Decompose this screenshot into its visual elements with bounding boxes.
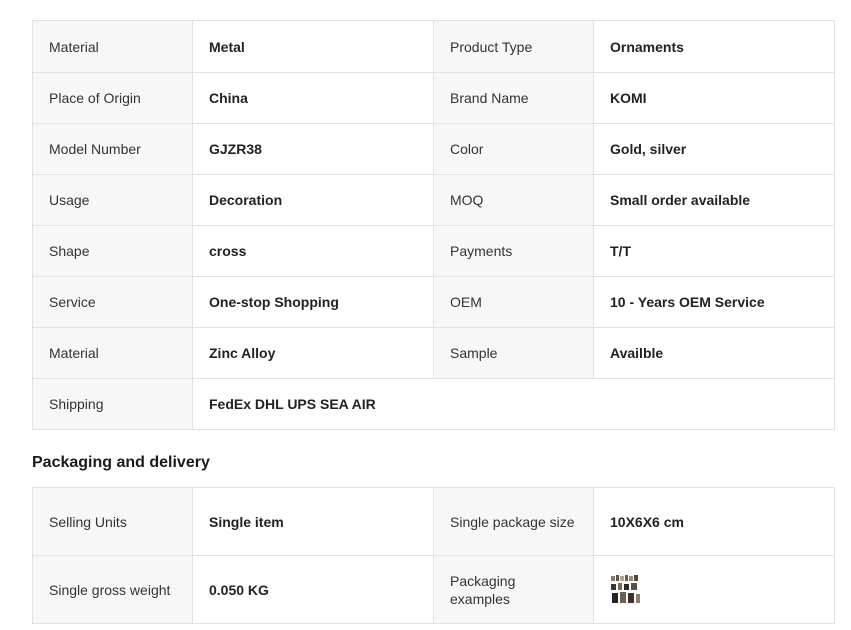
attribute-key: Material bbox=[32, 327, 193, 379]
packaging-value: 10X6X6 cm bbox=[593, 487, 835, 556]
attribute-value: cross bbox=[192, 225, 434, 277]
attributes-table: Material Metal Product Type Ornaments Pl… bbox=[32, 20, 835, 430]
attribute-value-text: One-stop Shopping bbox=[209, 294, 339, 310]
attribute-key: Service bbox=[32, 276, 193, 328]
attribute-value: FedEx DHL UPS SEA AIR bbox=[192, 378, 835, 430]
table-row: Selling Units Single item Single package… bbox=[32, 487, 835, 556]
attribute-value: 10 - Years OEM Service bbox=[593, 276, 835, 328]
packaging-key: Packaging examples bbox=[433, 555, 594, 624]
table-row: Material Zinc Alloy Sample Availble bbox=[32, 327, 835, 379]
packaging-key: Single gross weight bbox=[32, 555, 193, 624]
packaging-value-text: 10X6X6 cm bbox=[610, 513, 684, 530]
attribute-value-text: cross bbox=[209, 243, 247, 259]
attribute-key: Brand Name bbox=[433, 72, 594, 124]
attribute-value: T/T bbox=[593, 225, 835, 277]
packaging-key: Selling Units bbox=[32, 487, 193, 556]
packaging-value: Single item bbox=[192, 487, 434, 556]
attribute-value-text: Gold, silver bbox=[610, 141, 687, 157]
attribute-key: Material bbox=[32, 20, 193, 73]
attribute-key: Product Type bbox=[433, 20, 594, 73]
attribute-value: Decoration bbox=[192, 174, 434, 226]
attribute-value: One-stop Shopping bbox=[192, 276, 434, 328]
packaging-value-text: 0.050 KG bbox=[209, 581, 269, 598]
attribute-value-text: 10 - Years OEM Service bbox=[610, 294, 765, 310]
attribute-value: Ornaments bbox=[593, 20, 835, 73]
attribute-value: Small order available bbox=[593, 174, 835, 226]
packaging-value bbox=[593, 555, 835, 624]
table-row: Place of Origin China Brand Name KOMI bbox=[32, 72, 835, 124]
packaging-example-thumbnail[interactable] bbox=[610, 573, 642, 606]
table-row: Material Metal Product Type Ornaments bbox=[32, 20, 835, 73]
attribute-value: Availble bbox=[593, 327, 835, 379]
attribute-key: Usage bbox=[32, 174, 193, 226]
attribute-key: OEM bbox=[433, 276, 594, 328]
table-row: Single gross weight 0.050 KG Packaging e… bbox=[32, 555, 835, 624]
attribute-value: China bbox=[192, 72, 434, 124]
attribute-key: Color bbox=[433, 123, 594, 175]
attribute-value-text: KOMI bbox=[610, 90, 647, 106]
attribute-value: GJZR38 bbox=[192, 123, 434, 175]
attribute-value-text: Small order available bbox=[610, 192, 751, 208]
attribute-value: Gold, silver bbox=[593, 123, 835, 175]
packaging-section-title: Packaging and delivery bbox=[32, 454, 210, 471]
attribute-value-text: GJZR38 bbox=[209, 141, 262, 157]
attribute-value-text: Zinc Alloy bbox=[209, 345, 276, 361]
attribute-value-text: T/T bbox=[610, 243, 631, 259]
table-row: Service One-stop Shopping OEM 10 - Years… bbox=[32, 276, 835, 328]
packaging-value-text: Single item bbox=[209, 513, 284, 530]
table-row: Shape cross Payments T/T bbox=[32, 225, 835, 277]
attribute-key: Shipping bbox=[32, 378, 193, 430]
table-row: Model Number GJZR38 Color Gold, silver bbox=[32, 123, 835, 175]
attribute-key: Payments bbox=[433, 225, 594, 277]
attribute-value-text: FedEx DHL UPS SEA AIR bbox=[209, 396, 376, 412]
attribute-key: Sample bbox=[433, 327, 594, 379]
packaging-table: Selling Units Single item Single package… bbox=[32, 487, 835, 624]
packaging-value: 0.050 KG bbox=[192, 555, 434, 624]
attribute-value: KOMI bbox=[593, 72, 835, 124]
product-attributes-section: Material Metal Product Type Ornaments Pl… bbox=[32, 20, 835, 624]
attribute-value-text: Decoration bbox=[209, 192, 283, 208]
attribute-value: Zinc Alloy bbox=[192, 327, 434, 379]
attribute-key: Shape bbox=[32, 225, 193, 277]
attribute-key: Place of Origin bbox=[32, 72, 193, 124]
attribute-value-text: China bbox=[209, 90, 248, 106]
attribute-key: MOQ bbox=[433, 174, 594, 226]
attribute-value-text: Metal bbox=[209, 38, 245, 55]
attribute-value-text: Availble bbox=[610, 345, 664, 361]
attribute-value-text: Ornaments bbox=[610, 38, 684, 55]
table-row: Usage Decoration MOQ Small order availab… bbox=[32, 174, 835, 226]
attribute-key: Model Number bbox=[32, 123, 193, 175]
attribute-value: Metal bbox=[192, 20, 434, 73]
table-row: Shipping FedEx DHL UPS SEA AIR bbox=[32, 378, 835, 430]
packaging-key: Single package size bbox=[433, 487, 594, 556]
